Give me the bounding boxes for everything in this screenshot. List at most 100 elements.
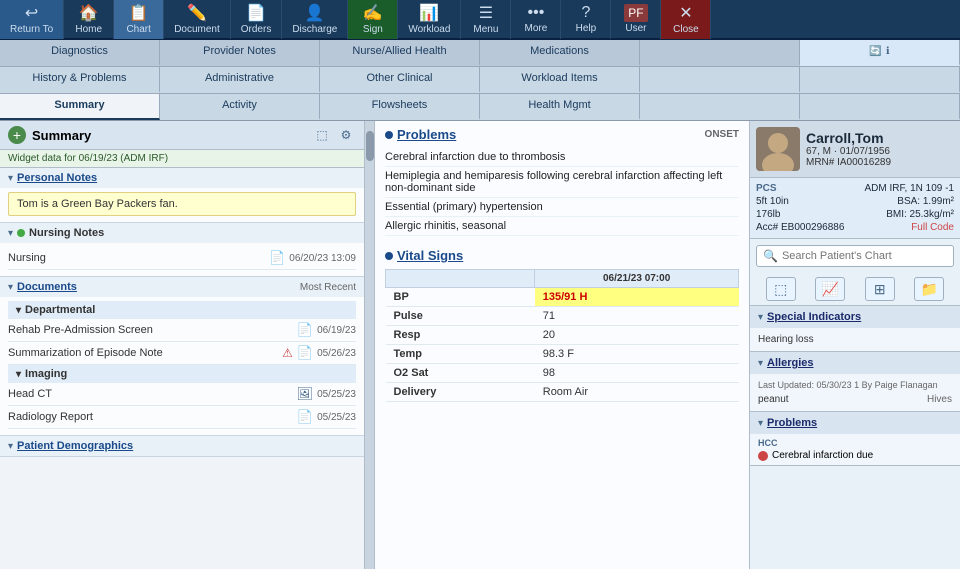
close-button[interactable]: ✕ Close — [661, 0, 711, 39]
more-button[interactable]: ••• More — [511, 0, 561, 39]
vitals-row-5: DeliveryRoom Air — [386, 383, 739, 402]
personal-notes-header[interactable]: ▾ Personal Notes — [0, 168, 364, 188]
vitals-label-5: Delivery — [386, 383, 535, 402]
workload-icon: 📊 — [419, 3, 439, 23]
problems-title[interactable]: Problems — [397, 127, 456, 142]
nav-medications[interactable]: Medications — [480, 40, 640, 66]
widget-info: Widget data for 06/19/23 (ADM IRF) — [0, 150, 364, 168]
return-label: Return To — [10, 24, 53, 35]
vitals-table: 06/21/23 07:00 BP135/91 HPulse71Resp20Te… — [385, 269, 739, 402]
right-problems-header[interactable]: ▾ Problems — [750, 412, 960, 434]
nav-administrative[interactable]: Administrative — [160, 67, 320, 93]
nav-provider-notes[interactable]: Provider Notes — [160, 40, 320, 66]
nav-history[interactable]: History & Problems — [0, 67, 160, 93]
workload-button[interactable]: 📊 Workload — [398, 0, 461, 39]
departmental-header[interactable]: ▾ Departmental — [8, 301, 356, 319]
return-to-button[interactable]: ↩ Return To — [0, 0, 64, 39]
doc-summary-date: 05/26/23 — [317, 348, 356, 359]
close-icon: ✕ — [679, 3, 692, 23]
vitals-row-4: O2 Sat98 — [386, 364, 739, 383]
vitals-row-3: Temp98.3 F — [386, 345, 739, 364]
menu-button[interactable]: ☰ Menu — [461, 0, 511, 39]
help-button[interactable]: ? Help — [561, 0, 611, 39]
allergies-header[interactable]: ▾ Allergies — [750, 352, 960, 374]
vitals-title[interactable]: Vital Signs — [397, 248, 463, 263]
quick-icon-grid[interactable]: ⊞ — [865, 277, 895, 301]
problems-list: Cerebral infarction due to thrombosis He… — [385, 148, 739, 236]
panel-icons: ⬚ ⚙ — [312, 125, 356, 145]
personal-notes-title[interactable]: Personal Notes — [17, 172, 97, 184]
vitals-row-2: Resp20 — [386, 326, 739, 345]
search-input[interactable] — [782, 250, 947, 262]
nav-nurse[interactable]: Nurse/Allied Health — [320, 40, 480, 66]
vitals-col-label — [386, 270, 535, 288]
discharge-button[interactable]: 👤 Discharge — [282, 0, 348, 39]
allergies-section: ▾ Allergies Last Updated: 05/30/23 1 By … — [750, 352, 960, 412]
quick-icon-chart[interactable]: 📈 — [815, 277, 845, 301]
scrollbar-thumb[interactable] — [366, 131, 374, 161]
full-code-badge[interactable]: Full Code — [911, 222, 954, 233]
doc-radiology: Radiology Report 📄 05/25/23 — [8, 406, 356, 429]
nav-empty5 — [640, 94, 800, 120]
allergy-type-0: Hives — [927, 394, 952, 405]
chevron-down-icon: ▾ — [8, 173, 13, 184]
right-top-refresh: 🔄 ℹ — [800, 40, 960, 66]
documents-title[interactable]: Documents — [17, 281, 77, 293]
nav-empty6 — [800, 94, 960, 120]
vitals-col-date: 06/21/23 07:00 — [535, 270, 739, 288]
vitals-dot — [385, 252, 393, 260]
chart-button[interactable]: 📋 Chart — [114, 0, 164, 39]
left-scrollbar[interactable] — [365, 121, 375, 569]
file-icon3: 📄 — [297, 345, 313, 361]
quick-icon-folder[interactable]: 📁 — [914, 277, 944, 301]
nursing-entry-name: Nursing — [8, 252, 265, 264]
document-button[interactable]: ✏️ Document — [164, 0, 231, 39]
imaging-header[interactable]: ▾ Imaging — [8, 365, 356, 383]
quick-icons: ⬚ 📈 ⊞ 📁 — [750, 273, 960, 306]
nav-diagnostics[interactable]: Diagnostics — [0, 40, 160, 66]
vitals-value-3: 98.3 F — [535, 345, 739, 364]
nursing-notes-section: ▾ Nursing Notes Nursing 📄 06/20/23 13:09 — [0, 223, 364, 277]
doc-radiology-name: Radiology Report — [8, 411, 293, 423]
nav-other-clinical[interactable]: Other Clinical — [320, 67, 480, 93]
quick-icon-add[interactable]: ⬚ — [766, 277, 796, 301]
nav-health-mgmt[interactable]: Health Mgmt — [480, 94, 640, 120]
right-problem-text-0: Cerebral infarction due — [772, 450, 873, 461]
nav-workload[interactable]: Workload Items — [480, 67, 640, 93]
settings-icon[interactable]: ⚙ — [336, 125, 356, 145]
special-indicators-header[interactable]: ▾ Special Indicators — [750, 306, 960, 328]
patient-name: Carroll,Tom — [806, 130, 891, 146]
document-icon: ✏️ — [187, 3, 207, 23]
user-button[interactable]: PF User — [611, 0, 661, 39]
orders-button[interactable]: 📄 Orders — [231, 0, 283, 39]
documents-header[interactable]: ▾ Documents Most Recent — [0, 277, 364, 297]
hcc-label: HCC — [758, 438, 952, 448]
problems-section: Problems ONSET Cerebral infarction due t… — [375, 121, 749, 242]
patient-demographics-section: ▾ Patient Demographics — [0, 436, 364, 457]
chevron-down-icon3: ▾ — [8, 282, 13, 293]
main-layout: + Summary ⬚ ⚙ Widget data for 06/19/23 (… — [0, 121, 960, 569]
image-icon: 🖼 — [297, 386, 314, 402]
patient-demographics-header[interactable]: ▾ Patient Demographics — [0, 436, 364, 456]
user-label: User — [625, 23, 646, 34]
right-content: ▾ Special Indicators Hearing loss ▾ Alle… — [750, 306, 960, 569]
search-box[interactable]: 🔍 — [756, 245, 954, 267]
nursing-entry-date: 06/20/23 13:09 — [289, 253, 356, 264]
expand-icon[interactable]: ⬚ — [312, 125, 332, 145]
doc-rehab: Rehab Pre-Admission Screen 📄 06/19/23 — [8, 319, 356, 342]
special-indicators-section: ▾ Special Indicators Hearing loss — [750, 306, 960, 352]
nav-summary[interactable]: Summary — [0, 94, 160, 120]
nav-activity[interactable]: Activity — [160, 94, 320, 120]
patient-mrn: MRN# IA00016289 — [806, 157, 891, 168]
nursing-notes-header[interactable]: ▾ Nursing Notes — [0, 223, 364, 243]
nav-flowsheets[interactable]: Flowsheets — [320, 94, 480, 120]
workload-label: Workload — [408, 24, 450, 35]
vitals-value-2: 20 — [535, 326, 739, 345]
add-widget-button[interactable]: + — [8, 126, 26, 144]
sign-button[interactable]: ✍️ Sign — [348, 0, 398, 39]
home-button[interactable]: 🏠 Home — [64, 0, 114, 39]
nursing-entry: Nursing 📄 06/20/23 13:09 — [8, 247, 356, 270]
patient-details: PCS ADM IRF, 1N 109 -1 5ft 10in BSA: 1.9… — [750, 178, 960, 239]
patient-location: ADM IRF, 1N 109 -1 — [865, 183, 954, 194]
patient-demographics-title[interactable]: Patient Demographics — [17, 440, 133, 452]
